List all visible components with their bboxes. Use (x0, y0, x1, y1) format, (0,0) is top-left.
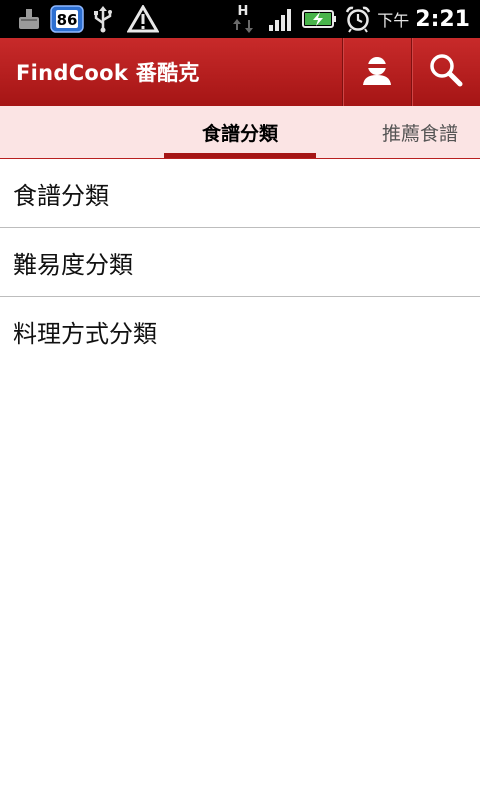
search-icon (428, 52, 464, 92)
action-bar: FindCook 番酷克 (0, 38, 480, 106)
battery-charging-icon (302, 4, 338, 34)
clock-time: 2:21 (415, 6, 470, 32)
list-item-cooking-method-categories[interactable]: 料理方式分類 (0, 297, 480, 365)
category-list: 食譜分類 難易度分類 料理方式分類 (0, 159, 480, 365)
usb-icon (90, 4, 116, 34)
tab-recommended-recipes[interactable]: 推薦食譜 (382, 106, 458, 158)
list-item-label: 食譜分類 (13, 181, 109, 210)
list-item-label: 難易度分類 (13, 250, 133, 279)
clock-ampm: 下午 (377, 11, 410, 30)
tab-strip: 食譜分類 推薦食譜 (0, 106, 480, 159)
profile-button[interactable] (343, 38, 411, 106)
notification-count-icon: 86 (50, 4, 84, 34)
list-item-label: 料理方式分類 (13, 319, 157, 348)
signal-icon (266, 4, 296, 34)
notification-count: 86 (57, 11, 78, 29)
download-icon (16, 4, 42, 34)
list-item-recipe-categories[interactable]: 食譜分類 (0, 159, 480, 228)
profile-icon (360, 53, 394, 91)
status-bar: 86 H 下午 2:21 (0, 0, 480, 38)
warning-icon (126, 4, 160, 34)
tab-recipe-categories[interactable]: 食譜分類 (164, 106, 316, 158)
network-label: H (238, 4, 249, 19)
alarm-icon (344, 4, 372, 34)
status-clock: 下午 2:21 (377, 0, 470, 38)
app-title: FindCook 番酷克 (16, 61, 200, 85)
tab-indicator (164, 153, 316, 158)
list-item-difficulty-categories[interactable]: 難易度分類 (0, 228, 480, 297)
network-h-icon: H (230, 4, 256, 34)
search-button[interactable] (412, 38, 480, 106)
